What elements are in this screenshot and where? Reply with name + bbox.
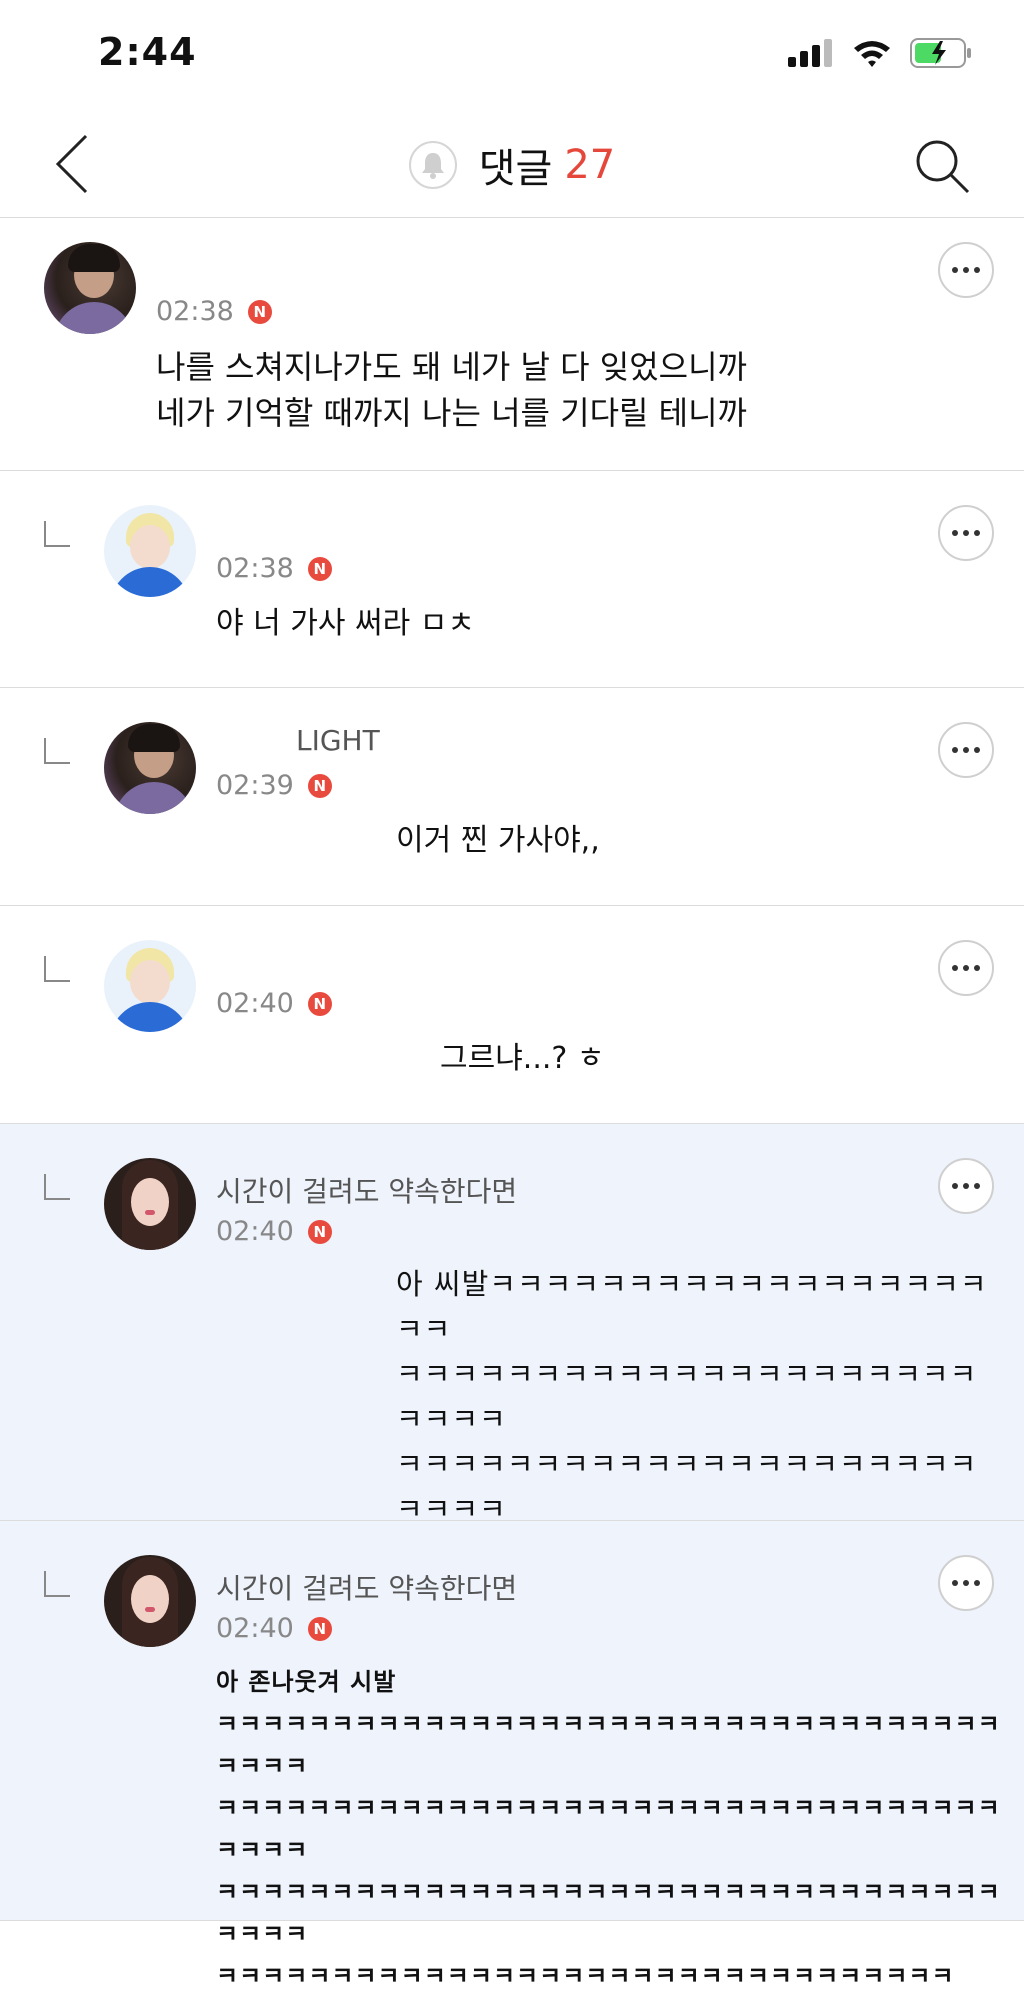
reply-indicator-icon (44, 521, 70, 547)
more-icon (952, 267, 980, 273)
comment-time: 02:38 (156, 296, 234, 327)
more-options-button[interactable] (938, 940, 994, 996)
comment-meta: 02:38 N (156, 296, 272, 327)
comment-item: 02:38 N 야 너 가사 써라 ㅁㅊ (0, 471, 1024, 688)
more-icon (952, 1580, 980, 1586)
signal-icon (788, 39, 832, 67)
avatar[interactable] (44, 242, 136, 334)
page-title: 댓글 27 (0, 136, 1024, 194)
comment-item: 02:38 N 나를 스쳐지나가도 돼 네가 날 다 잊었으니까 네가 기억할 … (0, 218, 1024, 471)
comment-time: 02:40 (216, 1613, 294, 1644)
avatar[interactable] (104, 1158, 196, 1250)
more-icon (952, 530, 980, 536)
comment-meta: 02:40 N (216, 1216, 332, 1247)
new-badge: N (307, 1616, 332, 1641)
more-options-button[interactable] (938, 722, 994, 778)
comment-text: 그르냐...? ㅎ (440, 1041, 605, 1076)
comment-item: 02:40 N 그르냐...? ㅎ (0, 906, 1024, 1124)
nav-bar: 댓글 27 (0, 110, 1024, 218)
search-icon (916, 140, 970, 194)
comment-list: 02:38 N 나를 스쳐지나가도 돼 네가 날 다 잊었으니까 네가 기억할 … (0, 218, 1024, 1990)
reply-indicator-icon (44, 1571, 70, 1597)
avatar[interactable] (104, 722, 196, 814)
bell-button[interactable] (408, 141, 457, 189)
wifi-icon (854, 41, 890, 67)
avatar[interactable] (104, 940, 196, 1032)
battery-icon (910, 38, 971, 68)
comment-time: 02:38 (216, 553, 294, 584)
reply-indicator-icon (44, 738, 70, 764)
title-label: 댓글 (478, 146, 553, 192)
more-options-button[interactable] (938, 505, 994, 561)
comment-item: 시간이 걸려도 약속한다면 02:40 N 아 존나웃겨 시발 ㅋㅋㅋㅋㅋㅋㅋㅋ… (0, 1521, 1024, 1990)
new-badge: N (307, 991, 332, 1016)
more-icon (952, 747, 980, 753)
more-options-button[interactable] (938, 242, 994, 298)
comment-time: 02:40 (216, 988, 294, 1019)
new-badge: N (307, 1219, 332, 1244)
comment-item: 시간이 걸려도 약속한다면 02:40 N 아 씨발ㅋㅋㅋㅋㅋㅋㅋㅋㅋㅋㅋㅋㅋㅋ… (0, 1124, 1024, 1706)
more-icon (952, 965, 980, 971)
new-badge: N (307, 556, 332, 581)
comment-time: 02:39 (216, 770, 294, 801)
comment-meta: 02:39 N (216, 770, 332, 801)
new-badge: N (247, 299, 272, 324)
reply-indicator-icon (44, 956, 70, 982)
more-options-button[interactable] (938, 1555, 994, 1611)
comment-author[interactable]: 시간이 걸려도 약속한다면 (216, 1170, 517, 1210)
search-button[interactable] (912, 136, 972, 196)
more-options-button[interactable] (938, 1158, 994, 1214)
more-icon (952, 1183, 980, 1189)
comment-author[interactable]: LIGHT (296, 724, 380, 757)
avatar[interactable] (104, 505, 196, 597)
comment-time: 02:40 (216, 1216, 294, 1247)
comment-text: 아 존나웃겨 시발 ㅋㅋㅋㅋㅋㅋㅋㅋㅋㅋㅋㅋㅋㅋㅋㅋㅋㅋㅋㅋㅋㅋㅋㅋㅋㅋㅋㅋㅋㅋ… (216, 1668, 1001, 1990)
comment-text: 나를 스쳐지나가도 돼 네가 날 다 잊었으니까 네가 기억할 때까지 나는 너… (156, 348, 747, 432)
status-icons (788, 38, 972, 68)
status-time: 2:44 (98, 30, 197, 74)
comment-meta: 02:40 N (216, 1613, 332, 1644)
comment-author[interactable]: 시간이 걸려도 약속한다면 (216, 1567, 517, 1607)
reply-indicator-icon (44, 1174, 70, 1200)
comment-count: 27 (564, 142, 616, 188)
comment-item: LIGHT 02:39 N 이거 찐 가사야,, (0, 688, 1024, 906)
comment-meta: 02:38 N (216, 553, 332, 584)
bell-icon (421, 153, 444, 179)
comment-text: 이거 찐 가사야,, (396, 823, 600, 858)
comment-meta: 02:40 N (216, 988, 332, 1019)
status-bar: 2:44 (0, 0, 1024, 110)
avatar[interactable] (104, 1555, 196, 1647)
comment-text: 야 너 가사 써라 ㅁㅊ (216, 606, 475, 641)
new-badge: N (307, 773, 332, 798)
